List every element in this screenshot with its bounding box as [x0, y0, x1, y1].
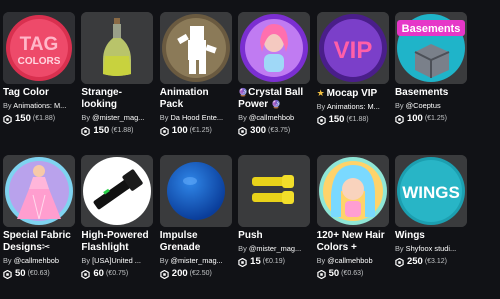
game-pass-card[interactable]: Strange-looking By @mister_mag... 150 (€1…	[81, 12, 154, 155]
item-price: 50 (€0.63)	[3, 268, 75, 280]
robux-icon	[316, 115, 326, 125]
robux-icon	[160, 126, 169, 136]
game-pass-card[interactable]: Impulse Grenade By @mister_mag... 200 (€2…	[159, 155, 232, 298]
colors-text: COLORS	[18, 56, 61, 67]
vip-thumbnail: VIP	[316, 12, 389, 84]
fabric-dress-thumbnail	[3, 155, 75, 227]
tag-text: TAG	[20, 34, 59, 55]
basements-text: Basements	[402, 23, 461, 35]
item-creator: By @mister_mag...	[81, 113, 145, 122]
game-pass-card[interactable]: High-Powered Flashlight By [USA]United .…	[81, 155, 154, 298]
item-creator: By @mister_mag...	[238, 244, 302, 253]
basements-thumbnail: Basements	[394, 12, 467, 84]
robux-icon	[395, 114, 404, 124]
game-pass-grid: TAG COLORS Tag Color By Animations: M...…	[3, 12, 467, 298]
item-price: 300 (€3.75)	[238, 125, 310, 137]
item-creator: By Shyfoox studi...	[394, 244, 457, 253]
item-price: 200 (€2.50)	[160, 268, 232, 280]
game-pass-card[interactable]: Special Fabric Designs✂ By @callmehbob 5…	[3, 155, 75, 298]
item-name: Strange-looking	[81, 87, 122, 110]
game-pass-card[interactable]: Animation Pack By Da Hood Ente... 100 (€1…	[159, 12, 232, 155]
bottle-thumbnail	[81, 12, 154, 84]
game-pass-card[interactable]: TAG COLORS Tag Color By Animations: M...…	[3, 12, 75, 155]
crystal-ball-icon: 🔮	[238, 88, 249, 97]
game-pass-card[interactable]: VIP ★ Mocap VIP By Animations: M... 150 (€…	[316, 12, 389, 155]
item-name: Basements	[394, 87, 449, 98]
item-name: 🔮Crystal Ball Power 🔮	[238, 87, 304, 110]
robux-icon	[238, 257, 247, 267]
robux-icon	[395, 257, 404, 267]
item-name: Animation Pack	[159, 87, 209, 110]
item-price: 15 (€0.19)	[238, 256, 310, 268]
robux-icon	[316, 269, 326, 279]
robux-icon	[81, 269, 91, 279]
vip-text: VIP	[333, 37, 372, 64]
item-price: 100 (€1.25)	[160, 125, 232, 137]
game-pass-card[interactable]: WINGS Wings By Shyfoox studi... 250 (€3.1…	[394, 155, 467, 298]
item-price: 100 (€1.25)	[395, 113, 467, 125]
item-price: 250 (€3.12)	[395, 256, 467, 268]
item-name: Push	[238, 230, 263, 241]
push-hands-thumbnail	[238, 155, 311, 227]
item-price: 150 (€1.88)	[3, 113, 75, 125]
item-price: 150 (€1.88)	[81, 125, 153, 137]
tag-colors-thumbnail: TAG COLORS	[3, 12, 75, 84]
item-name: ★ Mocap VIP	[316, 88, 378, 99]
robux-icon	[160, 269, 169, 279]
item-creator: By Animations: M...	[3, 101, 67, 110]
item-creator: By @callmehbob	[3, 256, 59, 265]
robux-icon	[3, 114, 12, 124]
crystal-ball-icon: 🔮	[270, 100, 281, 109]
item-creator: By [USA]United ...	[81, 256, 141, 265]
game-pass-card[interactable]: Push By @mister_mag... 15 (€0.19)	[238, 155, 311, 298]
robux-icon	[81, 126, 91, 136]
animation-pack-thumbnail	[159, 12, 232, 84]
wings-thumbnail: WINGS	[394, 155, 467, 227]
game-pass-card[interactable]: 🔮Crystal Ball Power 🔮 By @callmehbob 300…	[238, 12, 311, 155]
item-creator: By Da Hood Ente...	[159, 113, 224, 122]
item-creator: By @callmehbob	[316, 256, 373, 265]
item-creator: By @mister_mag...	[159, 256, 223, 265]
item-creator: By @Coeptus	[394, 101, 441, 110]
item-price: 60 (€0.75)	[81, 268, 153, 280]
item-price: 50 (€0.63)	[316, 268, 389, 280]
item-price: 150 (€1.88)	[316, 114, 389, 126]
flashlight-thumbnail	[81, 155, 154, 227]
robux-icon	[3, 269, 12, 279]
crystal-ball-thumbnail	[238, 12, 311, 84]
item-name: High-Powered Flashlight	[81, 230, 149, 253]
item-name: Special Fabric Designs✂	[3, 230, 71, 253]
item-name: 120+ New Hair Colors +	[316, 230, 385, 253]
item-creator: By @callmehbob	[238, 113, 295, 122]
game-pass-card[interactable]: Basements Basements By @Coeptus 100 (€1.2…	[394, 12, 467, 155]
scissors-icon: ✂	[41, 242, 51, 253]
item-name: Wings	[394, 230, 425, 241]
blue-sphere-thumbnail	[159, 155, 232, 227]
robux-icon	[238, 126, 247, 136]
wings-text: WINGS	[402, 183, 460, 202]
item-creator: By Animations: M...	[316, 102, 380, 111]
star-icon: ★	[316, 88, 325, 98]
item-name: Tag Color	[3, 87, 49, 98]
hair-colors-thumbnail	[316, 155, 389, 227]
item-name: Impulse Grenade	[159, 230, 201, 253]
game-pass-card[interactable]: 120+ New Hair Colors + By @callmehbob 50…	[316, 155, 389, 298]
